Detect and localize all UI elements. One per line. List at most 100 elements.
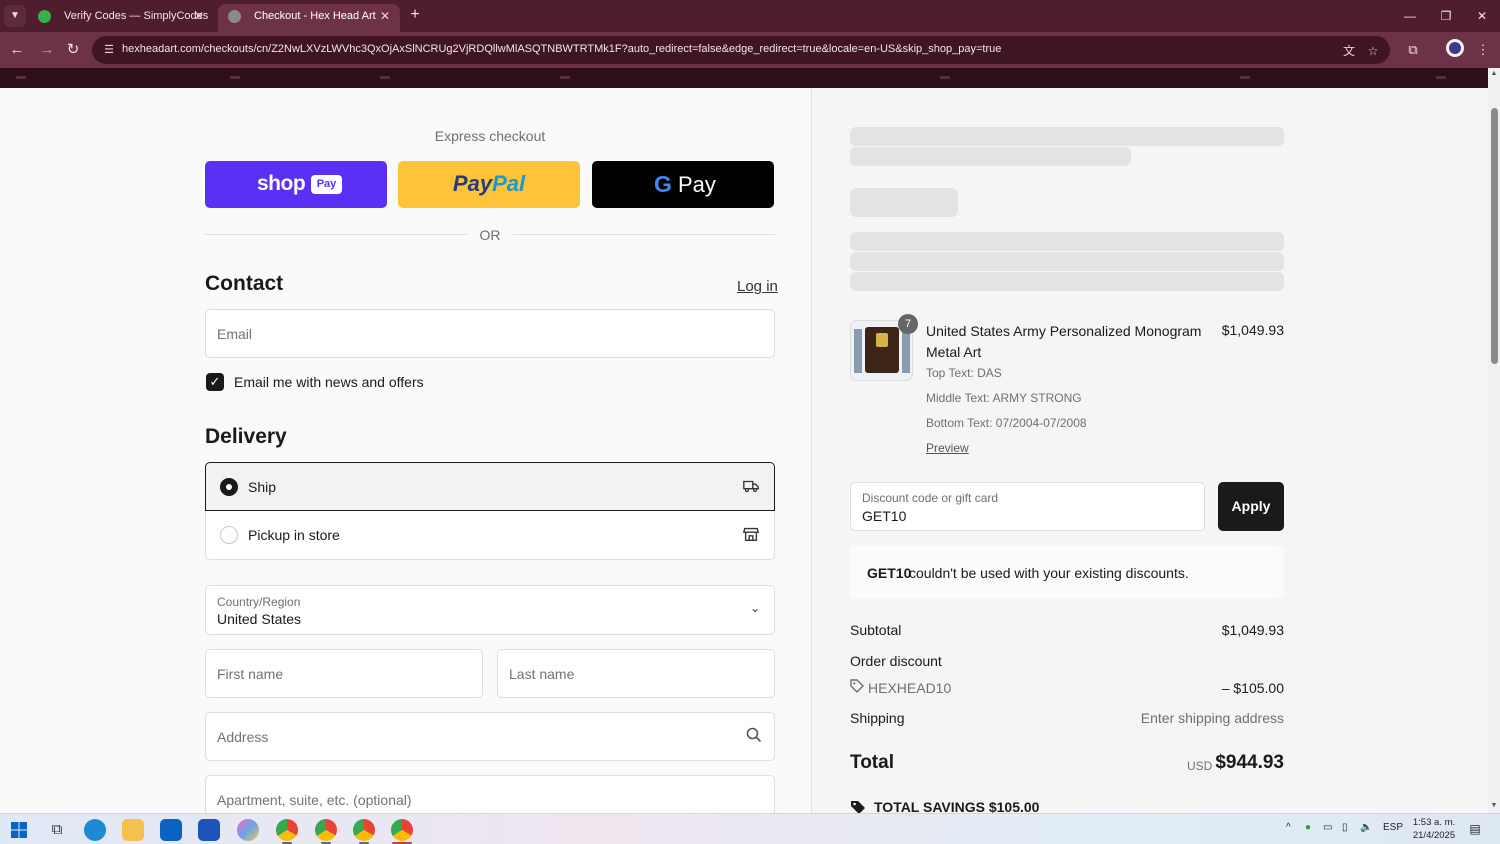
product-option-middle-text: Middle Text: ARMY STRONG bbox=[926, 391, 1082, 405]
shop-pay-pill: Pay bbox=[311, 175, 342, 194]
clock-time: 1:53 a. m. bbox=[1412, 817, 1456, 828]
subtotal-label: Subtotal bbox=[850, 622, 902, 638]
loading-skeleton bbox=[850, 188, 958, 217]
reload-button[interactable]: ↻ bbox=[62, 39, 84, 61]
last-name-placeholder: Last name bbox=[509, 666, 575, 682]
paypal-wordmark: PayPal bbox=[452, 171, 526, 196]
volume-icon[interactable]: 🔈 bbox=[1360, 822, 1372, 833]
profile-avatar[interactable] bbox=[1446, 39, 1464, 57]
address-field[interactable]: Address bbox=[205, 712, 775, 761]
security-tray-icon[interactable]: ● bbox=[1305, 822, 1311, 833]
network-icon[interactable]: ▭ bbox=[1323, 822, 1332, 833]
product-option-bottom-text: Bottom Text: 07/2004-07/2008 bbox=[926, 416, 1087, 430]
chevron-down-icon: ⌄ bbox=[749, 601, 760, 615]
paypal-button[interactable]: PayPal bbox=[398, 161, 580, 208]
preview-link[interactable]: Preview bbox=[926, 441, 969, 455]
task-view-icon[interactable]: ⧉ bbox=[46, 819, 68, 841]
translate-icon[interactable]: 文 bbox=[1340, 42, 1358, 60]
simplycodes-favicon-icon bbox=[38, 10, 51, 23]
delivery-option-label: Ship bbox=[248, 479, 277, 495]
back-button[interactable]: ← bbox=[6, 39, 28, 61]
language-indicator[interactable]: ESP bbox=[1383, 822, 1403, 833]
restore-button[interactable]: ❐ bbox=[1436, 6, 1456, 26]
microsoft-store-icon[interactable] bbox=[198, 819, 220, 841]
total-label: Total bbox=[850, 752, 894, 773]
google-g-icon: G bbox=[654, 171, 672, 197]
browser-toolbar: ← → ↻ ☰ hexheadart.com/checkouts/cn/Z2Nw… bbox=[0, 32, 1500, 68]
tab-checkout[interactable]: Checkout - Hex Head Art ✕ bbox=[218, 4, 400, 32]
system-clock[interactable]: 1:53 a. m. 21/4/2025 bbox=[1406, 816, 1462, 842]
notification-center-icon[interactable]: ▤ bbox=[1467, 821, 1483, 837]
site-info-icon[interactable]: ☰ bbox=[101, 42, 117, 58]
scroll-down-icon[interactable]: ▼ bbox=[1490, 802, 1498, 809]
tray-overflow-icon[interactable]: ^ bbox=[1286, 822, 1291, 833]
minimize-button[interactable]: — bbox=[1400, 6, 1420, 26]
new-tab-button[interactable]: + bbox=[406, 5, 424, 25]
apply-discount-button[interactable]: Apply bbox=[1218, 482, 1284, 531]
close-window-button[interactable]: ✕ bbox=[1472, 6, 1492, 26]
shipping-label: Shipping bbox=[850, 710, 905, 726]
loading-skeleton bbox=[850, 232, 1284, 251]
google-pay-wordmark: Pay bbox=[678, 172, 716, 197]
divider-left bbox=[205, 234, 467, 235]
extensions-icon[interactable]: ⧉ bbox=[1402, 39, 1424, 61]
radio-selected[interactable] bbox=[220, 478, 238, 496]
chrome-profile-icon[interactable] bbox=[391, 819, 413, 841]
edge-browser-icon[interactable] bbox=[84, 819, 106, 841]
clock-date: 21/4/2025 bbox=[1412, 830, 1456, 841]
windows-start-icon[interactable] bbox=[8, 819, 30, 841]
bookmark-star-icon[interactable]: ☆ bbox=[1364, 42, 1382, 60]
copilot-icon[interactable] bbox=[237, 819, 259, 841]
outlook-icon[interactable] bbox=[160, 819, 182, 841]
battery-icon[interactable]: ▯ bbox=[1342, 822, 1348, 833]
scrollbar-thumb[interactable] bbox=[1491, 108, 1498, 364]
subtotal-value: $1,049.93 bbox=[1221, 622, 1284, 638]
chrome-profile-icon[interactable] bbox=[276, 819, 298, 841]
chrome-profile-icon[interactable] bbox=[315, 819, 337, 841]
discount-code-input[interactable]: Discount code or gift card GET10 bbox=[850, 482, 1205, 531]
tab-title: Verify Codes — SimplyCodes bbox=[64, 10, 209, 22]
file-explorer-icon[interactable] bbox=[122, 819, 144, 841]
login-link[interactable]: Log in bbox=[737, 278, 778, 295]
tag-icon bbox=[850, 679, 864, 693]
first-name-field[interactable]: First name bbox=[205, 649, 483, 698]
menu-kebab-icon[interactable]: ⋮ bbox=[1472, 39, 1494, 61]
total-value: $944.93 bbox=[1215, 752, 1284, 773]
newsletter-checkbox[interactable]: ✓ bbox=[206, 373, 224, 391]
express-checkout-title: Express checkout bbox=[434, 128, 546, 144]
discount-amount: – $105.00 bbox=[1221, 680, 1284, 696]
scroll-up-icon[interactable]: ▲ bbox=[1490, 70, 1498, 77]
delivery-option-ship[interactable]: Ship bbox=[205, 462, 775, 511]
delivery-heading: Delivery bbox=[205, 425, 287, 448]
discount-code-label: Discount code or gift card bbox=[862, 491, 999, 505]
tab-title: Checkout - Hex Head Art bbox=[254, 10, 376, 22]
discount-error-message: GET10 couldn't be used with your existin… bbox=[850, 545, 1284, 599]
shop-pay-wordmark: shop bbox=[257, 172, 306, 195]
apartment-placeholder: Apartment, suite, etc. (optional) bbox=[217, 792, 412, 808]
close-tab-icon[interactable]: ✕ bbox=[380, 4, 390, 28]
shop-pay-button[interactable]: shop Pay bbox=[205, 161, 387, 208]
chrome-profile-icon[interactable] bbox=[353, 819, 375, 841]
google-pay-button[interactable]: G Pay bbox=[592, 161, 774, 208]
forward-button[interactable]: → bbox=[36, 39, 58, 61]
loading-skeleton bbox=[850, 272, 1284, 291]
country-value: United States bbox=[217, 611, 302, 627]
windows-taskbar: ⧉ ^ ● ▭ ▯ 🔈 ESP 1:53 a. m. 21/4/2025 ▤ bbox=[0, 813, 1500, 844]
tab-simplycodes[interactable]: Verify Codes — SimplyCodes ✕ bbox=[28, 4, 214, 32]
delivery-option-pickup[interactable]: Pickup in store bbox=[205, 511, 775, 560]
email-field[interactable]: Email bbox=[205, 309, 775, 358]
radio-unselected[interactable] bbox=[220, 526, 238, 544]
tab-search-button[interactable]: ▼ bbox=[4, 5, 26, 27]
globe-favicon-icon bbox=[228, 10, 241, 23]
country-select[interactable]: Country/Region United States ⌄ bbox=[205, 585, 775, 635]
apartment-field[interactable]: Apartment, suite, etc. (optional) bbox=[205, 775, 775, 813]
loading-skeleton bbox=[850, 127, 1284, 146]
page-scrollbar[interactable]: ▲ ▼ bbox=[1488, 68, 1500, 813]
error-text: couldn't be used with your existing disc… bbox=[909, 565, 1189, 581]
close-tab-icon[interactable]: ✕ bbox=[194, 4, 204, 28]
product-price: $1,049.93 bbox=[1221, 322, 1284, 338]
quantity-badge: 7 bbox=[898, 314, 918, 334]
last-name-field[interactable]: Last name bbox=[497, 649, 775, 698]
address-bar[interactable]: ☰ hexheadart.com/checkouts/cn/Z2NwLXVzLW… bbox=[92, 36, 1390, 64]
discount-code-value: GET10 bbox=[862, 508, 907, 524]
